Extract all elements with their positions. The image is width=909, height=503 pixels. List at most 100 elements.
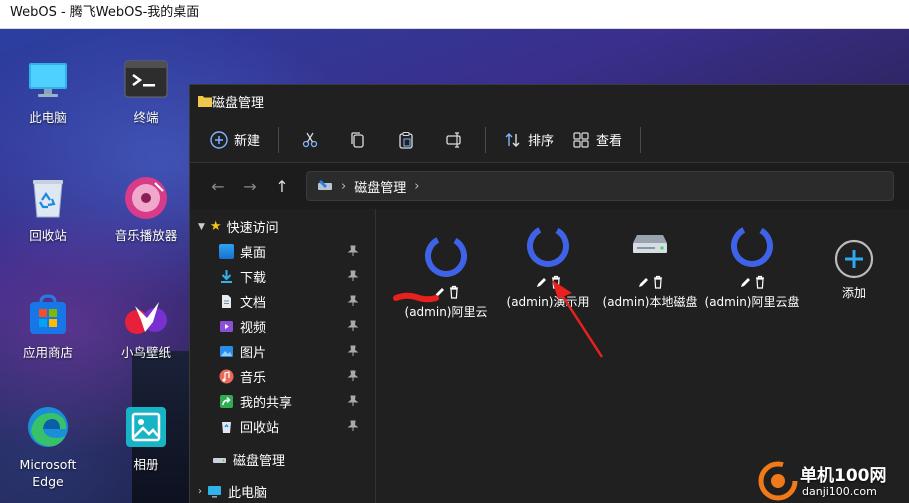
cut-button[interactable]	[293, 124, 327, 156]
forward-arrow-icon[interactable]: →	[234, 177, 266, 196]
pin-icon	[347, 370, 359, 381]
watermark-title: 单机100网	[800, 466, 887, 486]
pin-icon	[347, 245, 359, 256]
sidebar-item-downloads[interactable]: 下载	[190, 264, 375, 289]
sort-button[interactable]: 排序	[500, 124, 558, 156]
desktop-icon-photos[interactable]: 相册	[101, 404, 191, 473]
desktop-icon-terminal[interactable]: 终端	[101, 57, 191, 126]
sidebar-item-label: 桌面	[240, 246, 267, 261]
desktop-icon-this-pc[interactable]: 此电脑	[3, 57, 93, 126]
pin-icon	[347, 320, 359, 331]
up-arrow-icon[interactable]: ↑	[266, 177, 298, 196]
sidebar-item-videos[interactable]: 视频	[190, 314, 375, 339]
desktop-folder-icon	[219, 244, 234, 259]
navigation-pane: ▼ ★ 快速访问 桌面 下载 文档 视频 图片 音乐 我的共享 回收站 磁盘管理…	[190, 209, 376, 503]
desktop-icon-label: 小鸟壁纸	[120, 345, 171, 360]
toolbar-divider	[278, 126, 280, 153]
recycle-bin-icon	[219, 419, 234, 434]
copy-icon	[351, 131, 364, 148]
bird-wallpaper-icon	[123, 292, 169, 338]
desktop-icon-edge[interactable]: Microsoft Edge	[3, 404, 93, 490]
sidebar-item-label: 图片	[240, 346, 267, 361]
annotation-arrow	[558, 291, 604, 358]
chevron-down-icon: ▼	[198, 221, 205, 232]
share-icon	[219, 394, 234, 409]
paste-icon	[399, 131, 413, 149]
recycle-bin-icon	[25, 175, 71, 221]
edge-icon	[25, 404, 71, 450]
sort-button-label: 排序	[528, 134, 555, 149]
chevron-right-icon: ›	[198, 486, 202, 497]
sidebar-item-label: 文档	[240, 296, 267, 311]
rename-icon	[446, 131, 461, 148]
sidebar-item-label: 音乐	[240, 371, 267, 386]
store-icon	[25, 292, 71, 338]
star-icon: ★	[209, 219, 222, 234]
view-button[interactable]: 查看	[568, 124, 626, 156]
sidebar-item-label: 回收站	[240, 421, 280, 436]
music-player-icon	[123, 175, 169, 221]
redaction-mark	[393, 292, 439, 303]
grid-view-icon	[573, 131, 589, 148]
pin-icon	[347, 420, 359, 431]
new-button[interactable]: 新建	[206, 124, 264, 156]
sidebar-item-documents[interactable]: 文档	[190, 289, 375, 314]
sidebar-item-label: 此电脑	[228, 486, 268, 501]
photos-icon	[123, 404, 169, 450]
breadcrumb-chevron-icon: ›	[414, 178, 420, 194]
desktop-icon-recycle-bin[interactable]: 回收站	[3, 175, 93, 244]
desktop-icon-bird-wallpaper[interactable]: 小鸟壁纸	[101, 292, 191, 361]
desktop-icon-label: 音乐播放器	[114, 228, 178, 243]
pin-icon	[347, 270, 359, 281]
sidebar-item-pictures[interactable]: 图片	[190, 339, 375, 364]
desktop-icon-store[interactable]: 应用商店	[3, 292, 93, 361]
watermark: 单机100网 danji100.com	[758, 459, 909, 503]
download-icon	[219, 269, 234, 284]
address-bar[interactable]: › 磁盘管理 ›	[306, 171, 894, 201]
sort-icon	[505, 132, 520, 147]
annotation-arrowhead	[552, 280, 572, 299]
sidebar-item-label: 磁盘管理	[233, 454, 286, 469]
video-icon	[219, 319, 234, 334]
sidebar-item-label: 我的共享	[240, 396, 293, 411]
pin-icon	[347, 295, 359, 306]
terminal-icon	[123, 57, 169, 103]
rename-button[interactable]	[437, 124, 471, 156]
music-icon	[219, 369, 234, 384]
watermark-logo	[758, 461, 798, 501]
monitor-icon	[207, 484, 222, 499]
sidebar-quick-access[interactable]: ▼ ★ 快速访问	[190, 214, 375, 239]
copy-button[interactable]	[341, 124, 375, 156]
watermark-url: danji100.com	[802, 485, 877, 498]
file-explorer-window: 磁盘管理 新建 排序 查看 ← → ↑ › 磁盘管理 › ▼ ★ 快速访问 桌面…	[189, 84, 909, 503]
sidebar-item-this-pc[interactable]: › 此电脑	[190, 479, 375, 503]
desktop-icon-label: 相册	[133, 457, 159, 472]
sidebar-item-recycle-bin[interactable]: 回收站	[190, 414, 375, 439]
desktop-icon-label: 回收站	[29, 228, 67, 243]
plus-circle-icon	[210, 130, 228, 149]
sidebar-item-my-share[interactable]: 我的共享	[190, 389, 375, 414]
window-titlebar: 磁盘管理	[190, 85, 909, 117]
sidebar-item-label: 视频	[240, 321, 267, 336]
pin-icon	[347, 395, 359, 406]
browser-title: WebOS - 腾飞WebOS-我的桌面	[10, 5, 200, 20]
sidebar-item-music[interactable]: 音乐	[190, 364, 375, 389]
navigation-bar: ← → ↑ › 磁盘管理 ›	[190, 163, 909, 209]
desktop-icon-label: 终端	[133, 110, 159, 125]
desktop-icon-label: 应用商店	[22, 345, 73, 360]
sidebar-item-label: 下载	[240, 271, 267, 286]
browser-title-bar: WebOS - 腾飞WebOS-我的桌面	[0, 0, 909, 29]
scissors-icon	[302, 132, 318, 147]
toolbar: 新建 排序 查看	[190, 117, 909, 163]
document-icon	[219, 294, 234, 309]
desktop-icon-label: 此电脑	[29, 110, 67, 125]
sidebar-item-disk-management[interactable]: 磁盘管理	[190, 447, 375, 472]
paste-button[interactable]	[389, 124, 423, 156]
desktop-icon-label: Microsoft Edge	[19, 457, 77, 489]
back-arrow-icon[interactable]: ←	[202, 177, 234, 196]
sidebar-item-desktop[interactable]: 桌面	[190, 239, 375, 264]
breadcrumb-segment[interactable]: 磁盘管理	[354, 177, 406, 196]
desktop-icon-music-player[interactable]: 音乐播放器	[101, 175, 191, 244]
folder-icon	[198, 96, 212, 107]
drive-icon	[212, 452, 227, 467]
